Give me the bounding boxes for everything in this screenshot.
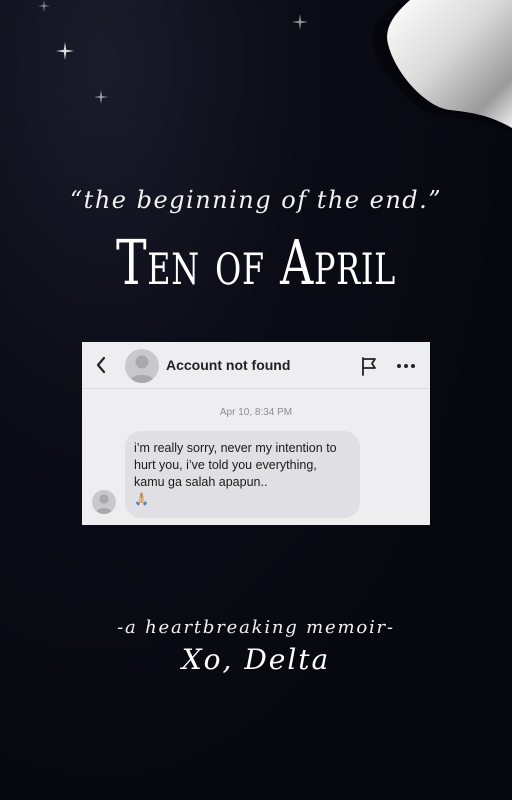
message-avatar (92, 490, 116, 514)
praying-hands-emoji: 🙏🏼 (134, 492, 149, 506)
message-bubble: i’m really sorry, never my intention to … (125, 431, 360, 518)
default-avatar-icon (95, 494, 113, 514)
default-avatar-icon (129, 355, 155, 383)
author-signature: Xo, Delta (181, 643, 331, 676)
more-icon[interactable] (396, 362, 416, 370)
chat-header: Account not found (82, 342, 430, 389)
sparkle-icon (94, 90, 108, 104)
chevron-left-icon[interactable] (94, 355, 108, 375)
book-cover: “the beginning of the end.” Ten of April… (0, 0, 512, 800)
sparkle-icon (38, 0, 50, 12)
cover-subtitle: -a heartbreaking memoir- (117, 617, 395, 638)
book-title: Ten of April (115, 226, 397, 299)
message-timestamp: Apr 10, 8:34 PM (219, 407, 293, 418)
message-text: i’m really sorry, never my intention to … (134, 441, 337, 489)
chat-contact-name[interactable]: Account not found (166, 357, 290, 373)
flag-icon[interactable] (360, 356, 378, 376)
sparkle-icon (56, 42, 74, 60)
cover-tagline: “the beginning of the end.” (69, 186, 443, 214)
avatar[interactable] (125, 349, 159, 383)
page-curl-corner (371, 0, 512, 132)
chat-screenshot: Account not found Apr 10, 8:34 PM i’m re… (82, 342, 430, 525)
